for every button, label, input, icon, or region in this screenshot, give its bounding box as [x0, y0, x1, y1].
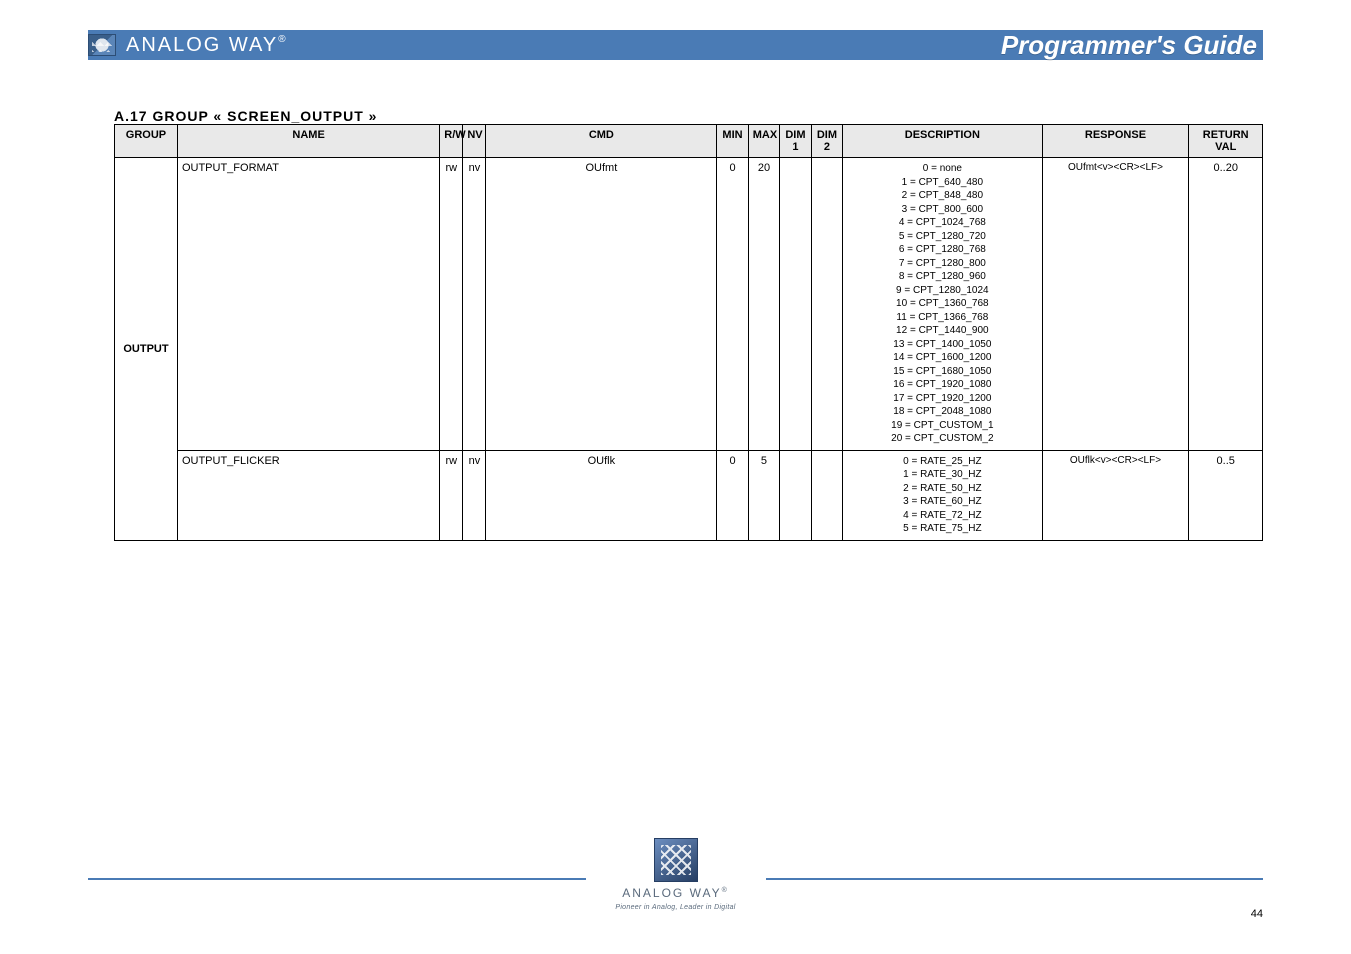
group-cell: OUTPUT	[115, 158, 178, 541]
cell	[811, 450, 842, 540]
cell	[780, 158, 811, 451]
col-header: RESPONSE	[1042, 125, 1189, 158]
header-left: ANALOG WAY®	[88, 34, 288, 57]
footer-logo: ANALOG WAY® Pioneer in Analog, Leader in…	[607, 838, 743, 911]
cell: 20	[748, 158, 779, 451]
cell: OUTPUT_FLICKER	[177, 450, 439, 540]
col-header: RETURN VAL	[1189, 125, 1263, 158]
col-header: R/W	[440, 125, 463, 158]
cell: 0 = RATE_25_HZ1 = RATE_30_HZ2 = RATE_50_…	[843, 450, 1042, 540]
brand-logo-icon	[88, 34, 116, 56]
cell: 0..5	[1189, 450, 1263, 540]
cell: 0 = none1 = CPT_640_4802 = CPT_848_4803 …	[843, 158, 1042, 451]
footer-rule-right	[766, 878, 1264, 880]
cell	[811, 158, 842, 451]
cell: nv	[463, 450, 486, 540]
section-caption: A.17 GROUP « SCREEN_OUTPUT »	[114, 108, 1263, 124]
table-row: OUTPUTOUTPUT_FORMATrwnvOUfmt0200 = none1…	[115, 158, 1263, 451]
cell: nv	[463, 158, 486, 451]
cell: 0	[717, 158, 748, 451]
cell: rw	[440, 158, 463, 451]
header-bar: ANALOG WAY® Programmer's Guide	[88, 30, 1263, 60]
col-header: CMD	[486, 125, 717, 158]
footer-brand: ANALOG WAY®	[622, 886, 729, 900]
command-table: GROUPNAMER/WNVCMDMINMAXDIM 1DIM 2DESCRIP…	[114, 124, 1263, 541]
col-header: DESCRIPTION	[843, 125, 1042, 158]
col-header: MIN	[717, 125, 748, 158]
col-header: DIM 1	[780, 125, 811, 158]
col-header: GROUP	[115, 125, 178, 158]
cell: OUflk<v><CR><LF>	[1042, 450, 1189, 540]
document-page: ANALOG WAY® Programmer's Guide A.17 GROU…	[0, 0, 1351, 954]
col-header: MAX	[748, 125, 779, 158]
cell: OUTPUT_FORMAT	[177, 158, 439, 451]
document-title: Programmer's Guide	[1001, 30, 1257, 61]
cell	[780, 450, 811, 540]
col-header: NAME	[177, 125, 439, 158]
table-header: GROUPNAMER/WNVCMDMINMAXDIM 1DIM 2DESCRIP…	[115, 125, 1263, 158]
col-header: DIM 2	[811, 125, 842, 158]
footer-tagline: Pioneer in Analog, Leader in Digital	[615, 904, 735, 911]
brand-cube-icon	[654, 838, 698, 882]
cell: rw	[440, 450, 463, 540]
cell: 5	[748, 450, 779, 540]
col-header: NV	[463, 125, 486, 158]
cell: OUflk	[486, 450, 717, 540]
brand-name: ANALOG WAY®	[126, 34, 288, 57]
table-row: OUTPUT_FLICKERrwnvOUflk05 0 = RATE_25_HZ1…	[115, 450, 1263, 540]
cell: OUfmt<v><CR><LF>	[1042, 158, 1189, 451]
page-footer: ANALOG WAY® Pioneer in Analog, Leader in…	[88, 824, 1263, 924]
table-zone: A.17 GROUP « SCREEN_OUTPUT » GROUPNAMER/…	[114, 108, 1263, 541]
page-number: 44	[1251, 908, 1263, 920]
cell: 0..20	[1189, 158, 1263, 451]
footer-rule-left	[88, 878, 586, 880]
cell: 0	[717, 450, 748, 540]
cell: OUfmt	[486, 158, 717, 451]
